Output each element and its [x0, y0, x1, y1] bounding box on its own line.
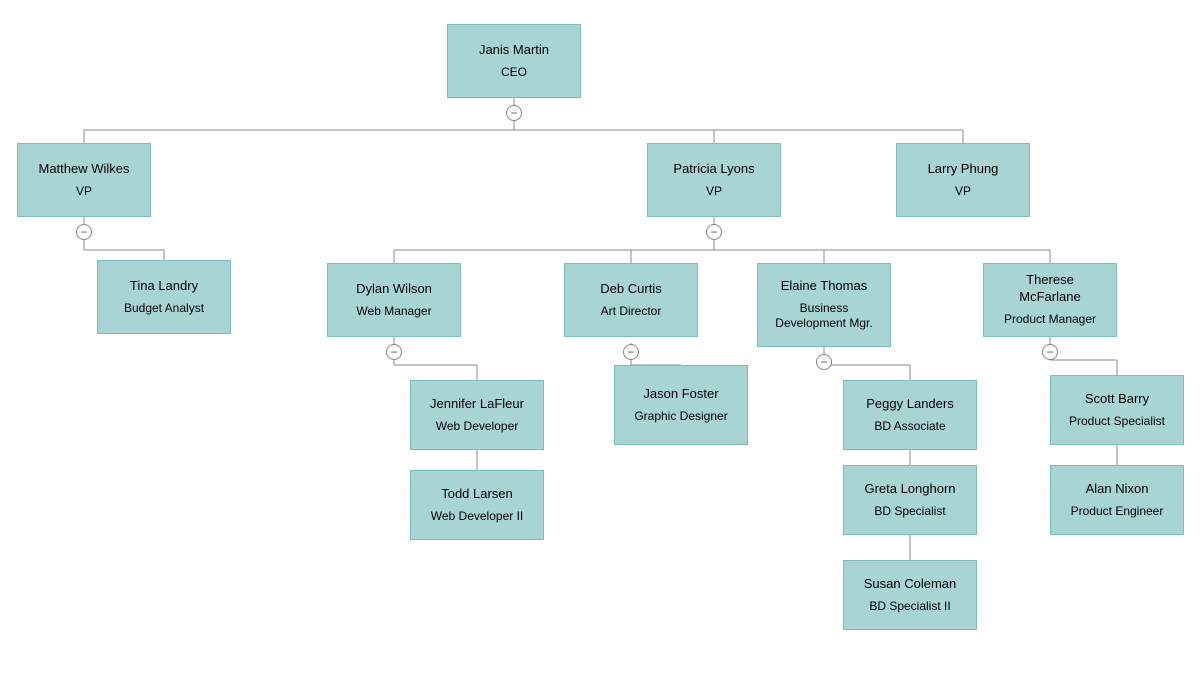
node-matthew-name: Matthew Wilkes [38, 161, 129, 178]
node-peggy-title: BD Associate [874, 419, 945, 435]
node-greta: Greta Longhorn BD Specialist [843, 465, 977, 535]
node-scott-title: Product Specialist [1069, 414, 1165, 430]
node-susan-title: BD Specialist II [869, 599, 950, 615]
node-therese-name: Therese McFarlane [994, 272, 1106, 306]
node-todd-title: Web Developer II [431, 509, 524, 525]
node-jason: Jason Foster Graphic Designer [614, 365, 748, 445]
node-deb: Deb Curtis Art Director [564, 263, 698, 337]
node-todd-name: Todd Larsen [441, 486, 513, 503]
node-alan-title: Product Engineer [1071, 504, 1164, 520]
node-larry-title: VP [955, 184, 971, 200]
node-larry-name: Larry Phung [928, 161, 999, 178]
node-susan-name: Susan Coleman [864, 576, 957, 593]
node-therese-title: Product Manager [1004, 312, 1096, 328]
collapse-janis[interactable]: − [506, 105, 522, 121]
collapse-deb[interactable]: − [623, 344, 639, 360]
org-chart: Janis Martin CEO − Matthew Wilkes VP − P… [0, 0, 1204, 700]
node-jason-title: Graphic Designer [634, 409, 727, 425]
node-patricia-name: Patricia Lyons [673, 161, 754, 178]
node-jennifer-title: Web Developer [436, 419, 519, 435]
collapse-dylan[interactable]: − [386, 344, 402, 360]
collapse-patricia[interactable]: − [706, 224, 722, 240]
node-jennifer: Jennifer LaFleur Web Developer [410, 380, 544, 450]
node-dylan-title: Web Manager [356, 304, 431, 320]
node-janis-name: Janis Martin [479, 42, 549, 59]
node-tina: Tina Landry Budget Analyst [97, 260, 231, 334]
collapse-therese[interactable]: − [1042, 344, 1058, 360]
node-deb-name: Deb Curtis [600, 281, 661, 298]
collapse-matthew[interactable]: − [76, 224, 92, 240]
node-susan: Susan Coleman BD Specialist II [843, 560, 977, 630]
node-deb-title: Art Director [601, 304, 662, 320]
node-patricia-title: VP [706, 184, 722, 200]
node-jason-name: Jason Foster [643, 386, 718, 403]
node-elaine-name: Elaine Thomas [781, 278, 867, 295]
node-tina-title: Budget Analyst [124, 301, 204, 317]
node-todd: Todd Larsen Web Developer II [410, 470, 544, 540]
node-elaine: Elaine Thomas Business Development Mgr. [757, 263, 891, 347]
node-peggy-name: Peggy Landers [866, 396, 953, 413]
node-larry: Larry Phung VP [896, 143, 1030, 217]
node-patricia: Patricia Lyons VP [647, 143, 781, 217]
connector-lines [0, 0, 1204, 700]
node-janis-title: CEO [501, 65, 527, 81]
node-jennifer-name: Jennifer LaFleur [430, 396, 524, 413]
node-scott: Scott Barry Product Specialist [1050, 375, 1184, 445]
node-dylan: Dylan Wilson Web Manager [327, 263, 461, 337]
node-janis: Janis Martin CEO [447, 24, 581, 98]
node-elaine-title: Business Development Mgr. [775, 301, 872, 332]
collapse-elaine[interactable]: − [816, 354, 832, 370]
node-alan: Alan Nixon Product Engineer [1050, 465, 1184, 535]
node-tina-name: Tina Landry [130, 278, 198, 295]
node-scott-name: Scott Barry [1085, 391, 1149, 408]
node-peggy: Peggy Landers BD Associate [843, 380, 977, 450]
node-greta-name: Greta Longhorn [864, 481, 955, 498]
node-therese: Therese McFarlane Product Manager [983, 263, 1117, 337]
node-matthew-title: VP [76, 184, 92, 200]
node-greta-title: BD Specialist [874, 504, 945, 520]
node-dylan-name: Dylan Wilson [356, 281, 432, 298]
node-matthew: Matthew Wilkes VP [17, 143, 151, 217]
node-alan-name: Alan Nixon [1086, 481, 1149, 498]
